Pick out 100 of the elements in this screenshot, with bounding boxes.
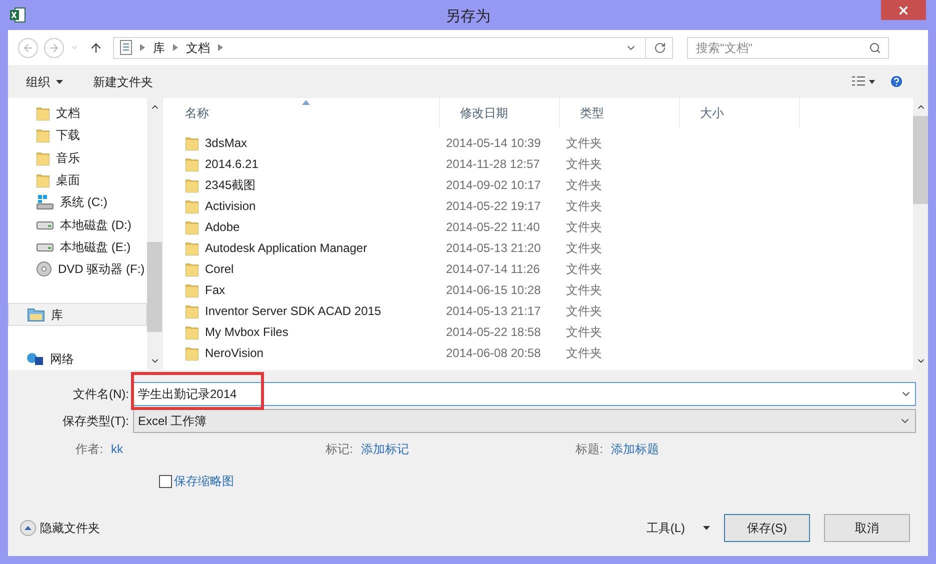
file-name[interactable]: Activision bbox=[205, 196, 256, 214]
folder-icon bbox=[36, 150, 50, 166]
file-name[interactable]: Inventor Server SDK ACAD 2015 bbox=[205, 302, 382, 320]
cancel-button[interactable]: 取消 bbox=[824, 514, 910, 542]
save-button[interactable]: 保存(S) bbox=[724, 514, 810, 542]
modified-date: 2014-05-22 18:58 bbox=[445, 324, 542, 340]
column-header[interactable]: 大小 bbox=[680, 98, 800, 128]
modified-date: 2014-06-08 20:58 bbox=[445, 344, 542, 362]
nav-item[interactable]: 网络 bbox=[8, 348, 147, 370]
title-label: 标题: bbox=[574, 441, 604, 458]
modified-date: 2014-05-13 21:17 bbox=[445, 302, 542, 320]
author-label: 作者: bbox=[74, 441, 104, 458]
file-type: 文件夹 bbox=[565, 198, 603, 214]
forward-arrow-icon bbox=[48, 42, 60, 54]
nav-item[interactable]: 下载 bbox=[8, 124, 147, 147]
search-field[interactable]: 搜索"文档" bbox=[687, 36, 889, 58]
file-type-dropdown[interactable]: Excel 工作簿 bbox=[133, 409, 916, 433]
filename-label: 文件名(N): bbox=[72, 386, 130, 403]
refresh-icon[interactable] bbox=[654, 42, 666, 54]
organize-menu[interactable]: 组织 bbox=[26, 72, 63, 90]
nav-item[interactable]: DVD 驱动器 (F:) bbox=[8, 258, 147, 280]
file-type: 文件夹 bbox=[565, 324, 603, 340]
file-type: 文件夹 bbox=[565, 176, 603, 194]
folder-icon bbox=[185, 344, 199, 360]
file-type: 文件夹 bbox=[565, 134, 603, 152]
nav-item[interactable]: 音乐 bbox=[8, 146, 147, 169]
tools-menu[interactable]: 工具(L) bbox=[646, 519, 710, 537]
folder-icon bbox=[185, 302, 199, 318]
file-name[interactable]: Adobe bbox=[205, 218, 240, 236]
modified-date: 2014-05-14 10:39 bbox=[445, 134, 542, 152]
checkbox-label[interactable]: 保存缩略图 bbox=[174, 472, 234, 490]
modified-date: 2014-05-13 21:20 bbox=[445, 240, 542, 256]
caret-icon[interactable] bbox=[56, 80, 63, 84]
breadcrumb-item[interactable]: 文档 bbox=[186, 38, 210, 56]
breadcrumb-separator-icon[interactable] bbox=[140, 44, 145, 51]
author-value[interactable]: kk bbox=[111, 440, 281, 458]
modified-date: 2014-07-14 11:26 bbox=[445, 260, 541, 278]
folder-icon bbox=[36, 105, 50, 122]
file-name[interactable]: Corel bbox=[205, 260, 234, 278]
nav-item[interactable]: 桌面 bbox=[8, 168, 147, 192]
hide-folders-button[interactable]: 隐藏文件夹 bbox=[20, 519, 100, 537]
file-name[interactable]: NeroVision bbox=[205, 344, 264, 362]
file-type: 文件夹 bbox=[565, 240, 603, 256]
folder-icon bbox=[185, 260, 199, 276]
file-type: 文件夹 bbox=[565, 282, 603, 298]
network-icon bbox=[26, 350, 44, 367]
folder-icon bbox=[185, 218, 199, 234]
tags-label: 标记: bbox=[324, 441, 354, 458]
drive-icon bbox=[36, 240, 54, 253]
close-button[interactable] bbox=[881, 0, 926, 20]
add-title-link[interactable]: 添加标题 bbox=[611, 440, 659, 458]
column-header[interactable]: 名称 bbox=[165, 98, 440, 128]
up-arrow-icon[interactable] bbox=[89, 40, 103, 54]
file-name[interactable]: 2014.6.21 bbox=[205, 154, 258, 172]
document-icon bbox=[120, 40, 132, 55]
breadcrumb-item[interactable]: 库 bbox=[153, 38, 165, 56]
library-icon bbox=[27, 307, 45, 322]
folder-icon bbox=[36, 172, 50, 188]
folder-icon bbox=[185, 156, 199, 172]
checkbox[interactable] bbox=[159, 474, 172, 488]
file-name[interactable]: 3dsMax bbox=[205, 134, 248, 152]
file-name[interactable]: 2345截图 bbox=[205, 176, 256, 194]
file-name[interactable]: Fax bbox=[205, 280, 226, 298]
view-options-icon[interactable] bbox=[851, 76, 875, 88]
folder-icon bbox=[185, 134, 199, 150]
modified-date: 2014-05-22 11:40 bbox=[445, 218, 541, 236]
breadcrumb-separator-icon[interactable] bbox=[173, 44, 178, 51]
file-name[interactable]: My Mvbox Files bbox=[205, 322, 288, 340]
breadcrumb-separator-icon[interactable] bbox=[218, 44, 223, 51]
column-header[interactable]: 修改日期 bbox=[440, 98, 560, 128]
folder-icon bbox=[185, 198, 199, 214]
nav-item[interactable]: 本地磁盘 (E:) bbox=[8, 236, 147, 258]
address-bar[interactable]: 库 文档 bbox=[113, 36, 673, 58]
file-name[interactable]: Autodesk Application Manager bbox=[205, 238, 368, 256]
nav-item[interactable]: 文档 bbox=[8, 102, 147, 124]
file-type: 文件夹 bbox=[565, 344, 603, 362]
back-arrow-icon bbox=[22, 42, 34, 54]
modified-date: 2014-09-02 10:17 bbox=[445, 176, 542, 194]
new-folder-button[interactable]: 新建文件夹 bbox=[93, 72, 153, 90]
folder-icon bbox=[185, 282, 199, 298]
filename-field[interactable]: 学生出勤记录2014 bbox=[133, 382, 916, 406]
file-type: 文件夹 bbox=[565, 260, 603, 278]
caret-icon[interactable] bbox=[703, 526, 710, 530]
scrollbar[interactable] bbox=[147, 98, 162, 370]
spreadsheet-app-icon bbox=[10, 7, 26, 23]
close-icon bbox=[897, 4, 910, 16]
file-type: 文件夹 bbox=[565, 156, 603, 172]
add-tags-link[interactable]: 添加标记 bbox=[361, 440, 531, 458]
help-icon[interactable] bbox=[889, 74, 904, 89]
modified-date: 2014-05-22 19:17 bbox=[445, 198, 542, 214]
nav-item[interactable]: 系统 (C:) bbox=[8, 191, 147, 214]
search-icon bbox=[869, 42, 881, 54]
modified-date: 2014-06-15 10:28 bbox=[445, 282, 542, 298]
nav-item[interactable]: 本地磁盘 (D:) bbox=[8, 213, 147, 236]
column-header[interactable]: 类型 bbox=[560, 98, 680, 128]
file-type: 文件夹 bbox=[565, 218, 603, 236]
nav-item[interactable]: 库 bbox=[8, 303, 147, 326]
sort-arrow-icon bbox=[302, 100, 310, 105]
folder-icon bbox=[36, 127, 50, 144]
folder-icon bbox=[185, 324, 199, 340]
